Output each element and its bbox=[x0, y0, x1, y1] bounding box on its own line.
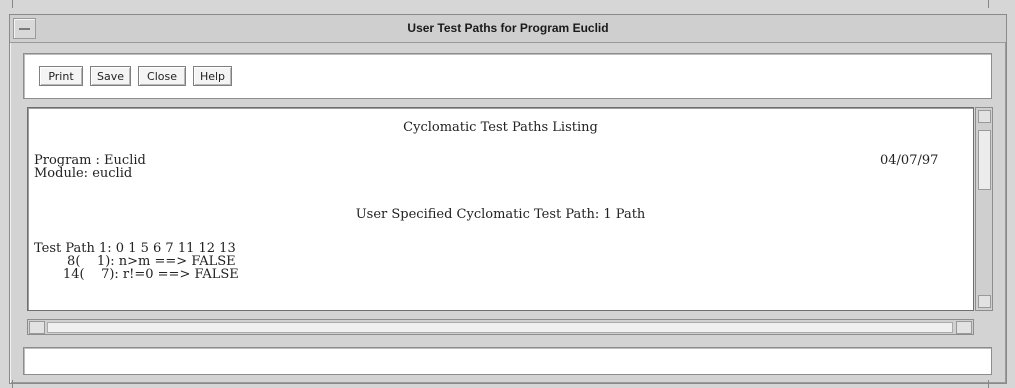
module-line: Module: euclid bbox=[34, 166, 133, 181]
listing-heading: Cyclomatic Test Paths Listing bbox=[403, 120, 598, 135]
scroll-up-icon[interactable] bbox=[978, 110, 991, 123]
close-button[interactable]: Close bbox=[138, 66, 186, 86]
vertical-scrollbar[interactable] bbox=[975, 107, 993, 311]
scroll-right-icon[interactable] bbox=[956, 321, 972, 334]
window-menu-button[interactable] bbox=[13, 18, 36, 39]
condition-line: 14( 7): r!=0 ==> FALSE bbox=[34, 267, 239, 282]
app-window: User Test Paths for Program Euclid Print… bbox=[9, 14, 1007, 384]
resize-corner-top-left bbox=[12, 0, 13, 8]
help-button[interactable]: Help bbox=[193, 66, 232, 86]
horizontal-scrollbar[interactable] bbox=[27, 319, 974, 335]
listing-date: 04/07/97 bbox=[880, 153, 939, 168]
scroll-left-icon[interactable] bbox=[29, 321, 45, 334]
scroll-down-icon[interactable] bbox=[978, 295, 991, 308]
status-bar bbox=[23, 347, 992, 375]
test-path-listing[interactable]: Cyclomatic Test Paths Listing Program : … bbox=[27, 107, 974, 311]
print-button[interactable]: Print bbox=[39, 66, 83, 86]
title-bar: User Test Paths for Program Euclid bbox=[10, 15, 1006, 43]
resize-corner-bottom-left bbox=[12, 380, 13, 388]
save-button[interactable]: Save bbox=[90, 66, 131, 86]
toolbar: Print Save Close Help bbox=[23, 53, 992, 99]
vertical-scroll-thumb[interactable] bbox=[978, 130, 991, 190]
listing-subheading: User Specified Cyclomatic Test Path: 1 P… bbox=[355, 207, 646, 222]
horizontal-scroll-thumb[interactable] bbox=[47, 322, 953, 333]
resize-corner-bottom-right bbox=[988, 380, 989, 388]
window-title: User Test Paths for Program Euclid bbox=[407, 21, 609, 35]
resize-corner-top-right bbox=[988, 0, 989, 8]
